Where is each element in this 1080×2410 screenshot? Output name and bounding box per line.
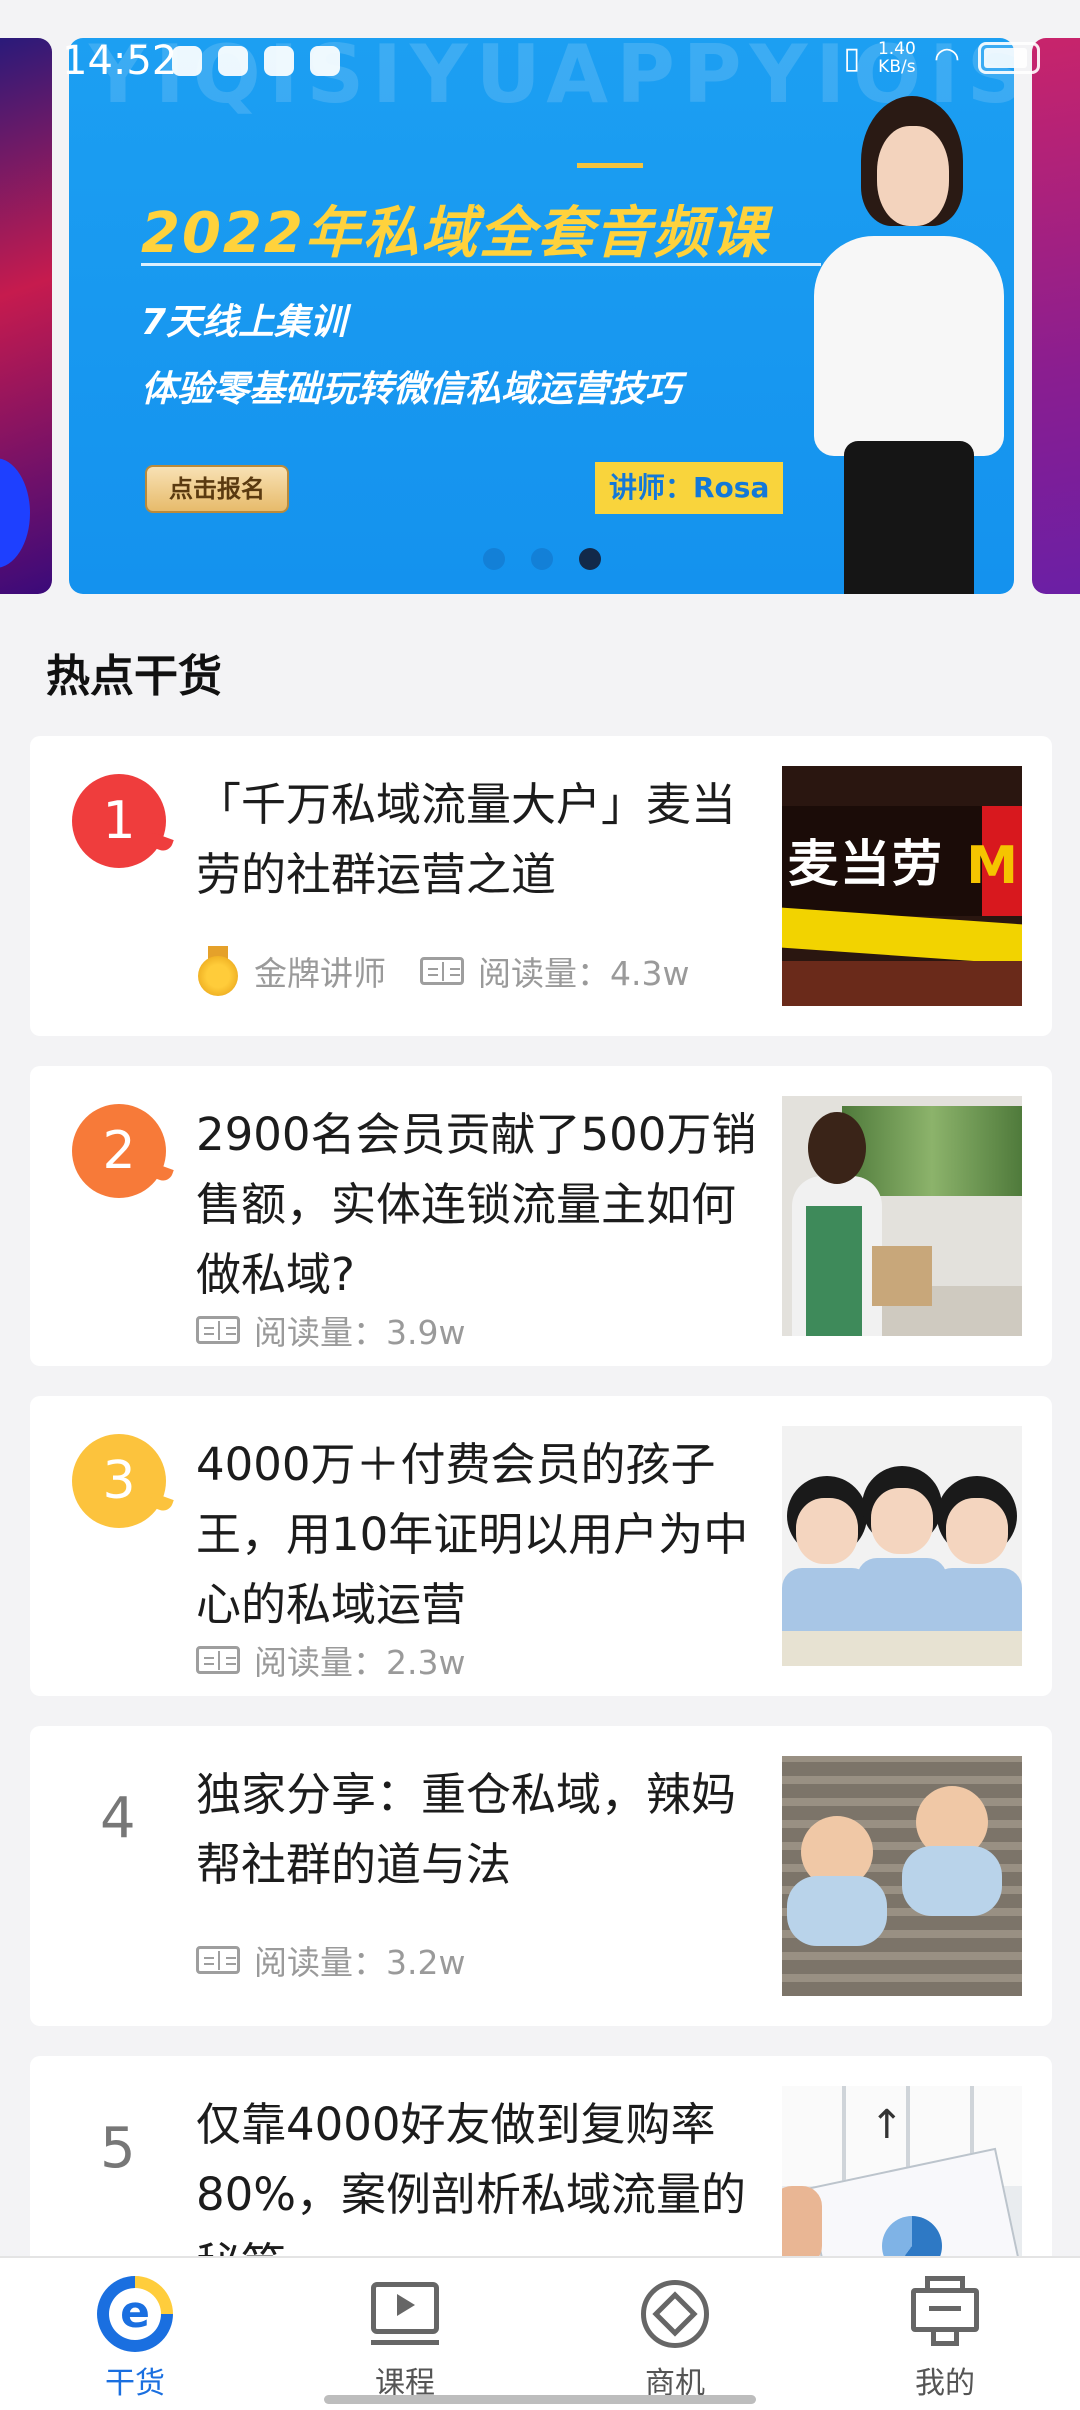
author-badge: 金牌讲师 (254, 954, 386, 993)
wifi-icon: ◠ (933, 40, 960, 76)
wechat-icon (264, 46, 294, 76)
banner-carousel[interactable]: YIQISIYUAPPYIQISIYU 2022年私域全套音频课 7天线上集训 … (0, 38, 1080, 598)
prev-banner-slide[interactable] (0, 38, 52, 594)
article-thumbnail[interactable] (782, 1096, 1022, 1336)
banner-presenter-image (799, 96, 1014, 594)
status-bar: 14:52 ▯ 1.40 KB/s ◠ (0, 0, 1080, 120)
article-title[interactable]: 4000万＋付费会员的孩子王，用10年证明以用户为中心的私域运营 (196, 1430, 766, 1640)
carousel-dot[interactable] (530, 548, 553, 570)
carousel-dot[interactable] (482, 548, 505, 570)
book-icon (196, 1316, 240, 1344)
section-title: 热点干货 (46, 651, 222, 702)
tab-mine[interactable]: 我的 (810, 2258, 1080, 2410)
rank-badge: 2 (72, 1104, 166, 1198)
banner-title: 2022年私域全套音频课 (141, 201, 769, 266)
rank-badge: 1 (72, 774, 166, 868)
status-time: 14:52 (62, 38, 178, 84)
read-count: 阅读量：4.3w (478, 954, 690, 993)
book-icon (196, 1946, 240, 1974)
article-card[interactable]: 3 4000万＋付费会员的孩子王，用10年证明以用户为中心的私域运营 阅读量：2… (30, 1396, 1052, 1696)
read-count: 阅读量：2.3w (254, 1643, 466, 1682)
next-banner-slide[interactable] (1032, 38, 1080, 594)
coin-icon (637, 2276, 713, 2352)
book-icon (196, 1646, 240, 1674)
banner-signup-button[interactable]: 点击报名 (145, 465, 289, 513)
article-card[interactable]: 2 2900名会员贡献了500万销售额，实体连锁流量主如何做私域? 阅读量：3.… (30, 1066, 1052, 1366)
article-thumbnail[interactable] (782, 1756, 1022, 1996)
article-title[interactable]: 2900名会员贡献了500万销售额，实体连锁流量主如何做私域? (196, 1100, 766, 1310)
carousel-indicator (69, 548, 1014, 570)
tab-label: 干货 (105, 2366, 165, 2401)
carousel-dot-active[interactable] (578, 548, 601, 570)
article-thumbnail[interactable] (782, 1426, 1022, 1666)
battery-icon (978, 42, 1040, 74)
vibrate-icon: ▯ (843, 40, 860, 76)
message-icon (218, 46, 248, 76)
banner-subtitle-2: 体验零基础玩转微信私域运营技巧 (141, 369, 682, 410)
tab-business[interactable]: 商机 (540, 2258, 810, 2410)
video-icon (367, 2276, 443, 2352)
article-title[interactable]: 「千万私域流量大户」麦当劳的社群运营之道 (196, 770, 766, 910)
tab-courses[interactable]: 课程 (270, 2258, 540, 2410)
rank-number: 5 (100, 2116, 136, 2181)
book-icon (420, 957, 464, 985)
tab-ganhuo[interactable]: e 干货 (0, 2258, 270, 2410)
cloud-icon (172, 46, 202, 76)
network-speed: 1.40 KB/s (877, 39, 916, 77)
article-title[interactable]: 独家分享：重仓私域，辣妈帮社群的道与法 (196, 1760, 766, 1900)
bottom-tab-bar: e 干货 课程 商机 我的 (0, 2256, 1080, 2410)
e-icon: e (97, 2276, 173, 2352)
home-indicator[interactable] (324, 2395, 756, 2404)
article-card[interactable]: 1 「千万私域流量大户」麦当劳的社群运营之道 金牌讲师 阅读量：4.3w 麦当劳… (30, 736, 1052, 1036)
tab-label: 我的 (915, 2366, 975, 2401)
read-count: 阅读量：3.9w (254, 1313, 466, 1352)
banner-teacher-label: 讲师：Rosa (595, 462, 784, 514)
medal-icon (196, 946, 240, 996)
shop-icon (310, 46, 340, 76)
article-card[interactable]: 4 独家分享：重仓私域，辣妈帮社群的道与法 阅读量：3.2w (30, 1726, 1052, 2026)
profile-icon (907, 2276, 983, 2352)
article-thumbnail[interactable]: 麦当劳 M (782, 766, 1022, 1006)
read-count: 阅读量：3.2w (254, 1943, 466, 1982)
rank-badge: 3 (72, 1434, 166, 1528)
rank-number: 4 (100, 1786, 136, 1851)
banner-slide[interactable]: YIQISIYUAPPYIQISIYU 2022年私域全套音频课 7天线上集训 … (69, 38, 1014, 594)
banner-subtitle-1: 7天线上集训 (141, 302, 347, 343)
